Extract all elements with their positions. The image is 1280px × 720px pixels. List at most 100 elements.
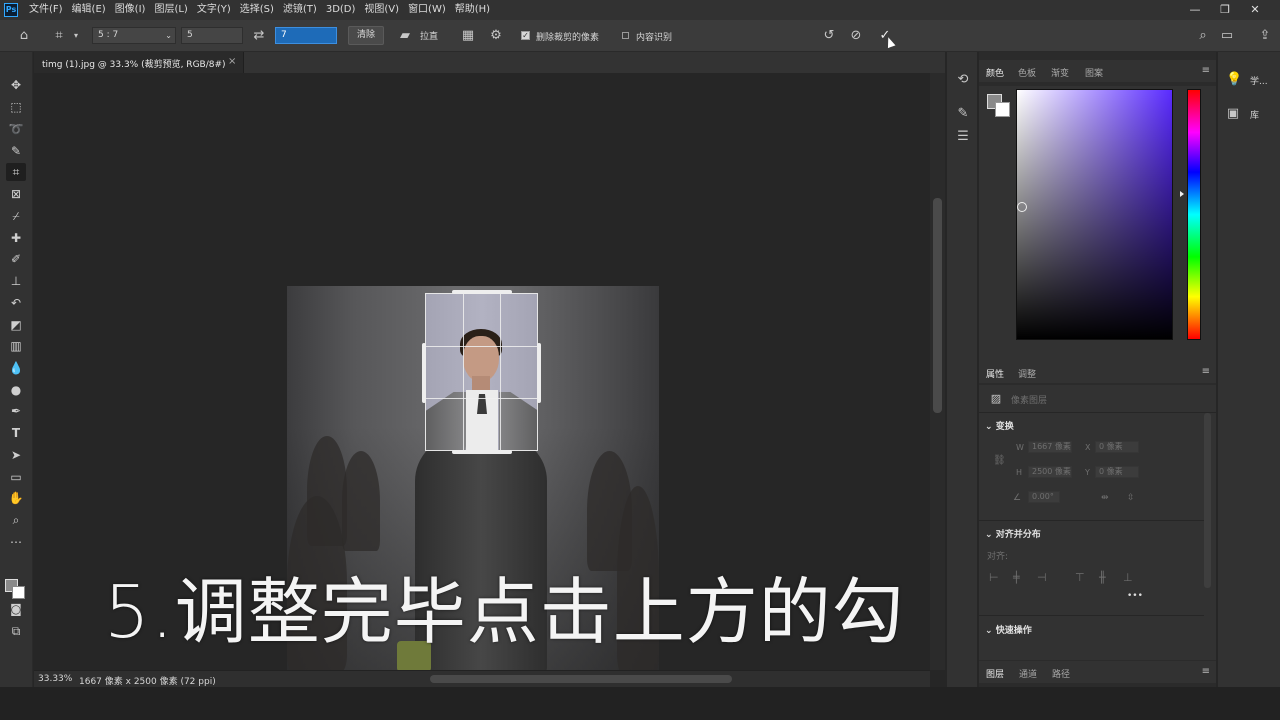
hue-slider[interactable]: [1187, 89, 1201, 340]
tab-adjustments[interactable]: 调整: [1018, 367, 1036, 380]
menu-file[interactable]: 文件(F): [29, 0, 63, 20]
x-field[interactable]: 0 像素: [1095, 441, 1139, 453]
canvas-vertical-scrollbar[interactable]: [930, 73, 945, 670]
align-section-header[interactable]: ⌄ 对齐并分布: [985, 527, 1041, 540]
more-tools-icon[interactable]: ⋯: [6, 533, 26, 551]
pen-tool-icon[interactable]: ✒: [6, 402, 26, 420]
background-color-swatch[interactable]: [12, 586, 25, 599]
menu-view[interactable]: 视图(V): [364, 0, 399, 20]
align-top-icon[interactable]: ⊤: [1075, 571, 1085, 584]
adjustments-icon[interactable]: ☰: [953, 129, 973, 145]
home-icon[interactable]: ⌂: [15, 28, 33, 44]
share-icon[interactable]: ⇪: [1256, 28, 1274, 44]
menu-window[interactable]: 窗口(W): [408, 0, 446, 20]
angle-field[interactable]: 0.00°: [1028, 491, 1060, 503]
library-icon[interactable]: ▣: [1226, 106, 1240, 122]
cancel-crop-icon[interactable]: ⊘: [847, 28, 865, 44]
library-panel-label[interactable]: 库: [1250, 108, 1259, 121]
search-icon[interactable]: ⌕: [1194, 28, 1212, 44]
transform-section-header[interactable]: ⌄ 变换: [985, 419, 1014, 432]
tab-swatches[interactable]: 色板: [1018, 66, 1036, 79]
straighten-icon[interactable]: ▰: [396, 28, 414, 44]
path-select-tool-icon[interactable]: ➤: [6, 446, 26, 464]
menu-select[interactable]: 选择(S): [240, 0, 274, 20]
clear-button[interactable]: 清除: [348, 26, 384, 45]
crop-tool-icon[interactable]: ⌗: [6, 163, 26, 181]
align-right-icon[interactable]: ⊣: [1037, 571, 1047, 584]
crop-width-input[interactable]: 5: [181, 27, 243, 44]
color-cursor[interactable]: [1017, 202, 1027, 212]
learn-panel-label[interactable]: 学...: [1250, 74, 1268, 87]
horizontal-scroll-thumb[interactable]: [430, 675, 732, 683]
menu-3d[interactable]: 3D(D): [326, 0, 356, 20]
lightbulb-icon[interactable]: 💡: [1226, 72, 1242, 88]
align-hcenter-icon[interactable]: ╪: [1013, 571, 1020, 584]
crop-handle-right[interactable]: [537, 343, 541, 403]
flip-vertical-icon[interactable]: ⇳: [1127, 493, 1135, 503]
gradient-tool-icon[interactable]: ▥: [6, 337, 26, 355]
zoom-level[interactable]: 33.33%: [38, 674, 72, 684]
crop-handle-left[interactable]: [422, 343, 426, 403]
canvas-area[interactable]: 5.调整完毕点击上方的勾: [34, 73, 930, 670]
quick-select-tool-icon[interactable]: ✎: [6, 142, 26, 160]
hand-tool-icon[interactable]: ✋: [6, 489, 26, 507]
crop-tool-preset-icon[interactable]: ⌗: [50, 28, 68, 44]
reset-icon[interactable]: ↺: [820, 28, 838, 44]
quick-actions-section-header[interactable]: ⌄ 快速操作: [985, 623, 1032, 636]
move-tool-icon[interactable]: ✥: [6, 76, 26, 94]
zoom-tool-icon[interactable]: ⌕: [6, 511, 26, 529]
workspace-icon[interactable]: ▭: [1218, 28, 1236, 44]
document-tab[interactable]: timg (1).jpg @ 33.3% (裁剪预览, RGB/8#) ×: [34, 52, 244, 73]
close-window-button[interactable]: ✕: [1240, 0, 1270, 20]
tab-patterns[interactable]: 图案: [1085, 66, 1103, 79]
background-color-swatch[interactable]: [995, 102, 1010, 117]
link-icon[interactable]: ⛓: [993, 455, 1006, 466]
close-tab-icon[interactable]: ×: [228, 56, 236, 67]
crop-handle-bottom[interactable]: [452, 450, 512, 454]
menu-type[interactable]: 文字(Y): [197, 0, 231, 20]
menu-image[interactable]: 图像(I): [115, 0, 146, 20]
marquee-tool-icon[interactable]: ⬚: [6, 98, 26, 116]
rectangle-tool-icon[interactable]: ▭: [6, 468, 26, 486]
properties-scrollbar[interactable]: [1204, 413, 1211, 588]
type-tool-icon[interactable]: T: [6, 424, 26, 442]
menu-help[interactable]: 帮助(H): [455, 0, 490, 20]
restore-button[interactable]: ❐: [1210, 0, 1240, 20]
tab-color[interactable]: 颜色: [986, 66, 1004, 79]
menu-filter[interactable]: 滤镜(T): [283, 0, 317, 20]
history-brush-tool-icon[interactable]: ↶: [6, 294, 26, 312]
width-field[interactable]: 1667 像素: [1028, 441, 1072, 453]
panel-menu-icon[interactable]: ≡: [1202, 366, 1210, 377]
screen-mode-icon[interactable]: ⧉: [6, 622, 26, 640]
eraser-tool-icon[interactable]: ◩: [6, 316, 26, 334]
tab-properties[interactable]: 属性: [986, 367, 1004, 380]
tab-paths[interactable]: 路径: [1052, 667, 1070, 680]
frame-tool-icon[interactable]: ⊠: [6, 185, 26, 203]
panel-menu-icon[interactable]: ≡: [1202, 666, 1210, 677]
crop-height-input[interactable]: 7: [275, 27, 337, 44]
dodge-tool-icon[interactable]: ●: [6, 381, 26, 399]
menu-edit[interactable]: 编辑(E): [72, 0, 106, 20]
lasso-tool-icon[interactable]: ➰: [6, 120, 26, 138]
menu-layer[interactable]: 图层(L): [154, 0, 187, 20]
tab-channels[interactable]: 通道: [1019, 667, 1037, 680]
chevron-down-icon[interactable]: ▾: [72, 28, 80, 44]
minimize-button[interactable]: —: [1180, 0, 1210, 20]
straighten-label[interactable]: 拉直: [420, 29, 438, 42]
stamp-tool-icon[interactable]: ⊥: [6, 272, 26, 290]
delete-cropped-pixels-checkbox[interactable]: ✓: [521, 31, 530, 40]
eyedropper-tool-icon[interactable]: ⌿: [6, 207, 26, 225]
ratio-select[interactable]: 5 : 7 ⌄: [92, 27, 176, 44]
align-left-icon[interactable]: ⊢: [989, 571, 999, 584]
height-field[interactable]: 2500 像素: [1028, 466, 1072, 478]
tab-gradients[interactable]: 渐变: [1051, 66, 1069, 79]
crop-selection-box[interactable]: [425, 293, 538, 451]
brush-settings-icon[interactable]: ✎: [953, 106, 973, 122]
align-bottom-icon[interactable]: ⊥: [1123, 571, 1133, 584]
grid-overlay-icon[interactable]: ▦: [459, 28, 477, 44]
vertical-scroll-thumb[interactable]: [933, 198, 942, 413]
saturation-value-field[interactable]: [1016, 89, 1173, 340]
panel-menu-icon[interactable]: ≡: [1202, 65, 1210, 76]
more-options-button[interactable]: •••: [1127, 591, 1143, 601]
flip-horizontal-icon[interactable]: ⇹: [1101, 493, 1109, 503]
